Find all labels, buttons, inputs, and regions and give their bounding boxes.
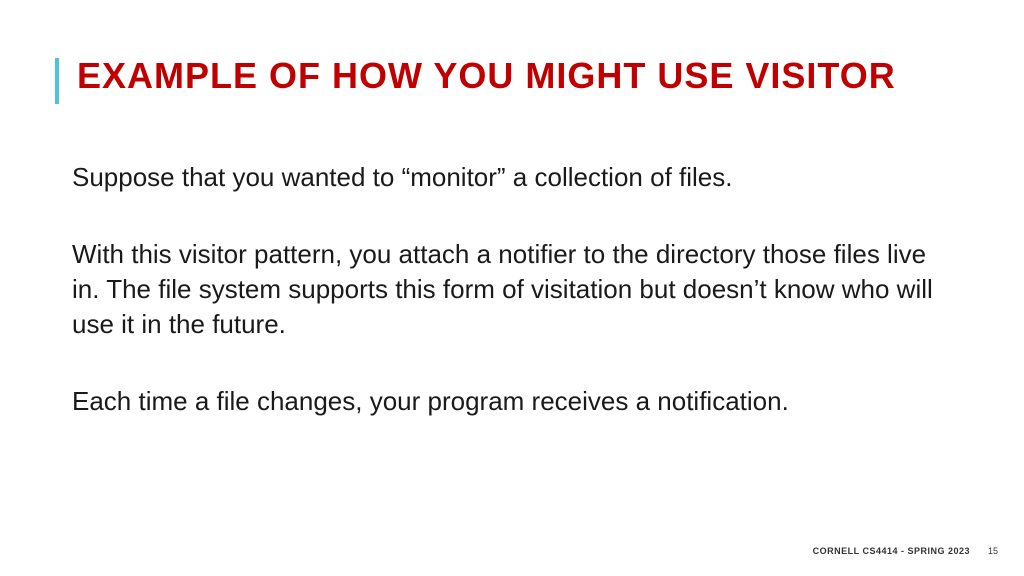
body-paragraph: With this visitor pattern, you attach a … [72,237,952,342]
slide-body: Suppose that you wanted to “monitor” a c… [72,160,952,419]
slide-title: EXAMPLE OF HOW YOU MIGHT USE VISITOR [77,55,896,97]
body-paragraph: Suppose that you wanted to “monitor” a c… [72,160,952,195]
footer-course-label: CORNELL CS4414 - SPRING 2023 [813,546,970,556]
title-accent-bar [55,58,59,104]
slide: EXAMPLE OF HOW YOU MIGHT USE VISITOR Sup… [0,0,1024,576]
body-paragraph: Each time a file changes, your program r… [72,384,952,419]
footer-page-number: 15 [988,546,998,556]
